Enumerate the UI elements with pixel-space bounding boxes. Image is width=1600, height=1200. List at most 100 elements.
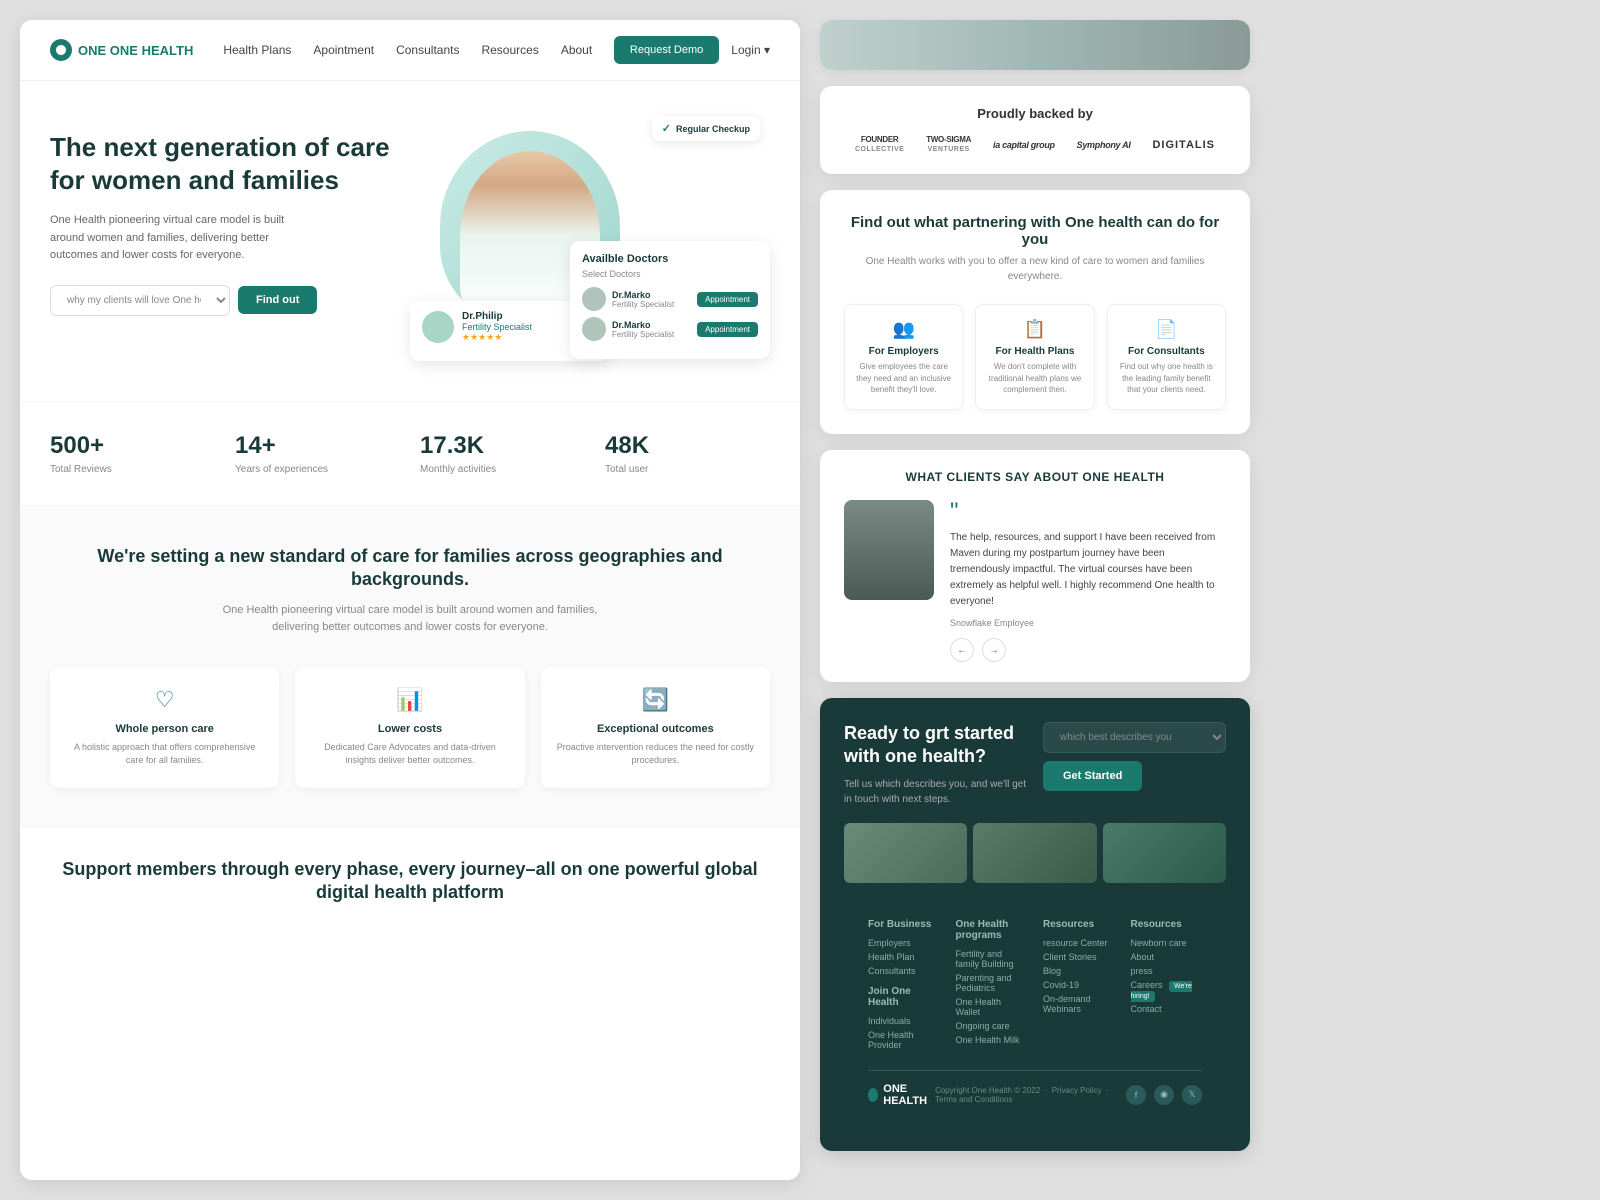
clients-select[interactable]: why my clients will love One health xyxy=(50,285,230,316)
backer-founder: FOUNDERCOLLECTIVE xyxy=(855,135,904,154)
cta-section: Ready to grt started with one health? Te… xyxy=(820,698,1250,1151)
stat-label-users: Total user xyxy=(605,464,770,475)
footer-col-resources-2: Resources Newborn care About press Caree… xyxy=(1131,919,1203,1054)
footer-link-press[interactable]: press xyxy=(1131,966,1203,976)
footer-col-title-4: Resources xyxy=(1131,919,1203,930)
appointment-btn-2[interactable]: Appointment xyxy=(697,322,758,337)
footer-social: f ◉ 𝕏 xyxy=(1126,1085,1202,1105)
doctor-rating: ★★★★★ xyxy=(462,332,532,343)
cta-select[interactable]: which best describes you xyxy=(1043,722,1226,753)
nav-resources[interactable]: Resources xyxy=(481,43,538,57)
nav-appointment[interactable]: Apointment xyxy=(313,43,374,57)
footer-link-individuals[interactable]: Individuals xyxy=(868,1016,940,1026)
testimonial-navigation: ← → xyxy=(950,638,1226,662)
partner-health-plans-desc: We don't complete with traditional healt… xyxy=(986,361,1083,395)
stat-label-monthly: Monthly activities xyxy=(420,464,585,475)
footer-link-wallet[interactable]: One Health Wallet xyxy=(956,997,1028,1017)
standard-section: We're setting a new standard of care for… xyxy=(20,505,800,828)
partner-title: Find out what partnering with One health… xyxy=(844,214,1226,248)
footer-link-resource-center[interactable]: resource Center xyxy=(1043,938,1115,948)
backed-title: Proudly backed by xyxy=(844,106,1226,121)
navbar: ONE ONE HEALTH Health Plans Apointment C… xyxy=(20,20,800,81)
testimonial-quote: The help, resources, and support I have … xyxy=(950,530,1226,610)
doctor-specialty: Fertility Specialist xyxy=(462,322,532,332)
footer-link-covid[interactable]: Covid-19 xyxy=(1043,980,1115,990)
avail-doc-row-1: Dr.Marko Fertility Specialist Appointmen… xyxy=(582,287,758,311)
login-button[interactable]: Login ▾ xyxy=(731,43,770,57)
backer-digitalis: DIGITALIS xyxy=(1152,139,1215,151)
footer-link-consultants[interactable]: Consultants xyxy=(868,966,940,976)
footer-link-contact[interactable]: Contact xyxy=(1131,1004,1203,1014)
backers-row: FOUNDERCOLLECTIVE TWO-SIGMAVENTURES ia c… xyxy=(844,135,1226,154)
avail-doc-spec-1: Fertility Specialist xyxy=(612,300,674,309)
hero-section: The next generation of care for women an… xyxy=(20,81,800,401)
footer-link-blog[interactable]: Blog xyxy=(1043,966,1115,976)
feature-desc-1: A holistic approach that offers comprehe… xyxy=(66,741,263,768)
footer: For Business Employers Health Plan Consu… xyxy=(844,899,1226,1127)
backer-symphony: Symphony AI xyxy=(1077,140,1131,150)
footer-link-about[interactable]: About xyxy=(1131,952,1203,962)
partner-section: Find out what partnering with One health… xyxy=(820,190,1250,434)
doctor-name: Dr.Philip xyxy=(462,311,532,322)
footer-link-client-stories[interactable]: Client Stories xyxy=(1043,952,1115,962)
right-panel: Proudly backed by FOUNDERCOLLECTIVE TWO-… xyxy=(820,20,1250,1180)
hero-left: The next generation of care for women an… xyxy=(50,121,410,371)
partner-health-plans-title: For Health Plans xyxy=(986,346,1083,357)
partner-employers: 👥 For Employers Give employees the care … xyxy=(844,304,963,410)
footer-link-provider[interactable]: One Health Provider xyxy=(868,1030,940,1050)
appointment-btn-1[interactable]: Appointment xyxy=(697,292,758,307)
footer-link-healthplan[interactable]: Health Plan xyxy=(868,952,940,962)
cta-title: Ready to grt started with one health? xyxy=(844,722,1027,769)
stat-num-years: 14+ xyxy=(235,432,400,460)
features-grid: ♡ Whole person care A holistic approach … xyxy=(50,667,770,788)
consultants-icon: 📄 xyxy=(1118,319,1215,340)
cta-right: which best describes you Get Started xyxy=(1043,722,1226,807)
nav-right: Request Demo Login ▾ xyxy=(614,36,770,64)
stat-num-reviews: 500+ xyxy=(50,432,215,460)
footer-link-employers[interactable]: Employers xyxy=(868,938,940,948)
avail-doc-spec-2: Fertility Specialist xyxy=(612,330,674,339)
backed-by-section: Proudly backed by FOUNDERCOLLECTIVE TWO-… xyxy=(820,86,1250,174)
feature-desc-2: Dedicated Care Advocates and data-driven… xyxy=(311,741,508,768)
footer-link-ongoing[interactable]: Ongoing care xyxy=(956,1021,1028,1031)
twitter-icon[interactable]: 𝕏 xyxy=(1182,1085,1202,1105)
backer-ia: ia capital group xyxy=(993,140,1055,150)
footer-col-title-2: One Health programs xyxy=(956,919,1028,941)
feature-title-3: Exceptional outcomes xyxy=(557,723,754,735)
next-arrow[interactable]: → xyxy=(982,638,1006,662)
prev-arrow[interactable]: ← xyxy=(950,638,974,662)
stat-label-reviews: Total Reviews xyxy=(50,464,215,475)
testimonial-section: WHAT CLIENTS SAY ABOUT ONE HEALTH " The … xyxy=(820,450,1250,682)
footer-link-fertility[interactable]: Fertility and family Building xyxy=(956,949,1028,969)
cta-desc: Tell us which describes you, and we'll g… xyxy=(844,777,1027,807)
partner-employers-desc: Give employees the care they need and an… xyxy=(855,361,952,395)
partner-consultants-desc: Find out why one health is the leading f… xyxy=(1118,361,1215,395)
footer-link-newborn[interactable]: Newborn care xyxy=(1131,938,1203,948)
feature-desc-3: Proactive intervention reduces the need … xyxy=(557,741,754,768)
nav-health-plans[interactable]: Health Plans xyxy=(223,43,291,57)
cta-images xyxy=(844,823,1226,883)
footer-link-milk[interactable]: One Health Milk xyxy=(956,1035,1028,1045)
footer-link-webinars[interactable]: On-demand Webinars xyxy=(1043,994,1115,1014)
footer-link-parenting[interactable]: Parenting and Pediatrics xyxy=(956,973,1028,993)
avail-avatar-1 xyxy=(582,287,606,311)
get-started-button[interactable]: Get Started xyxy=(1043,761,1142,791)
request-demo-button[interactable]: Request Demo xyxy=(614,36,719,64)
nav-consultants[interactable]: Consultants xyxy=(396,43,459,57)
hero-search-bar: why my clients will love One health Find… xyxy=(50,285,410,316)
logo[interactable]: ONE ONE HEALTH xyxy=(50,39,193,61)
footer-col-business: For Business Employers Health Plan Consu… xyxy=(868,919,940,1054)
nav-about[interactable]: About xyxy=(561,43,592,57)
chart-icon: 📊 xyxy=(311,687,508,713)
instagram-icon[interactable]: ◉ xyxy=(1154,1085,1174,1105)
cta-image-2 xyxy=(973,823,1096,883)
cta-left: Ready to grt started with one health? Te… xyxy=(844,722,1027,807)
facebook-icon[interactable]: f xyxy=(1126,1085,1146,1105)
find-out-button[interactable]: Find out xyxy=(238,286,317,314)
stat-users: 48K Total user xyxy=(605,432,770,475)
hiring-badge: We're hiring! xyxy=(1131,981,1192,1002)
avail-avatar-2 xyxy=(582,317,606,341)
testimonial-text-area: " The help, resources, and support I hav… xyxy=(950,500,1226,662)
footer-link-careers[interactable]: Careers We're hiring! xyxy=(1131,980,1203,1000)
footer-copyright: Copyright One Health © 2022 · Privacy Po… xyxy=(935,1086,1126,1104)
